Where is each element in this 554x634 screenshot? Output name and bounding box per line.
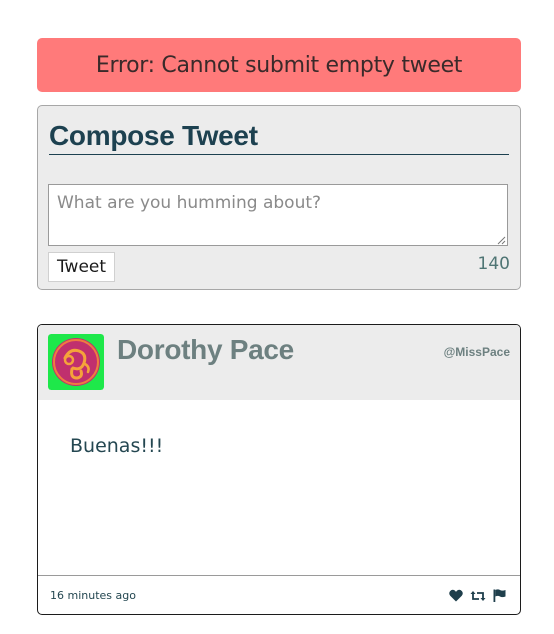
avatar-icon	[48, 334, 104, 390]
error-message: Error: Cannot submit empty tweet	[95, 52, 463, 78]
tweet-card: Dorothy Pace @MissPace Buenas!!! 16 minu…	[37, 324, 521, 615]
tweet-input[interactable]	[48, 184, 508, 246]
flag-icon[interactable]	[493, 589, 506, 602]
tweet-timestamp: 16 minutes ago	[50, 589, 136, 602]
tweet-button[interactable]: Tweet	[48, 252, 115, 282]
heart-icon[interactable]	[449, 589, 463, 602]
tweet-actions	[449, 589, 506, 602]
tweet-body: Buenas!!!	[70, 435, 164, 457]
author-handle: @MissPace	[443, 345, 510, 359]
compose-form: Compose Tweet Tweet 140	[37, 105, 521, 290]
retweet-icon[interactable]	[470, 590, 486, 602]
tweet-footer: 16 minutes ago	[38, 575, 520, 614]
author-name: Dorothy Pace	[117, 334, 294, 365]
compose-title: Compose Tweet	[49, 120, 509, 155]
tweet-header: Dorothy Pace @MissPace	[38, 325, 520, 400]
char-counter: 140	[477, 254, 510, 274]
resize-grip-icon[interactable]	[497, 236, 506, 245]
error-banner: Error: Cannot submit empty tweet	[37, 38, 521, 92]
